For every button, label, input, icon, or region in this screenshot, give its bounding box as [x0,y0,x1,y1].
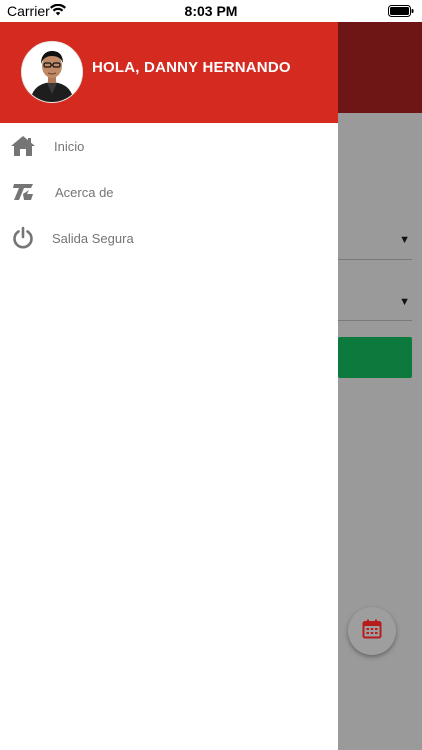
user-greeting: HOLA, DANNY HERNANDO [92,59,291,76]
menu-item-salida-segura[interactable]: Salida Segura [0,215,338,261]
menu-item-label: Salida Segura [52,230,134,246]
screen: Carrier 8:03 PM ▼ ▼ HOLA, DANNY HERNANDO… [0,0,422,750]
calendar-icon [362,619,382,644]
menu-item-acerca-de[interactable]: Acerca de [0,169,338,215]
avatar [21,41,83,103]
background-dropdown-1-underline [338,259,412,260]
app-logo-icon [10,179,36,205]
background-dropdown-2-underline [338,320,412,321]
background-green-button [338,337,412,378]
calendar-fab [348,607,396,655]
navigation-drawer: HOLA, DANNY HERNANDO Inicio Acerca de Sa… [0,22,338,750]
home-icon [10,133,36,159]
menu-item-label: Acerca de [55,184,114,200]
power-icon [10,225,36,251]
drawer-header: HOLA, DANNY HERNANDO [0,22,338,123]
menu-item-inicio[interactable]: Inicio [0,123,338,169]
status-time: 8:03 PM [184,3,238,19]
menu-item-label: Inicio [54,138,85,154]
dropdown-arrow-icon: ▼ [399,234,410,246]
dropdown-arrow-icon: ▼ [399,296,410,308]
battery-icon [388,4,414,22]
status-bar: Carrier 8:03 PM [0,0,422,22]
drawer-menu: Inicio Acerca de Salida Segura [0,123,338,261]
